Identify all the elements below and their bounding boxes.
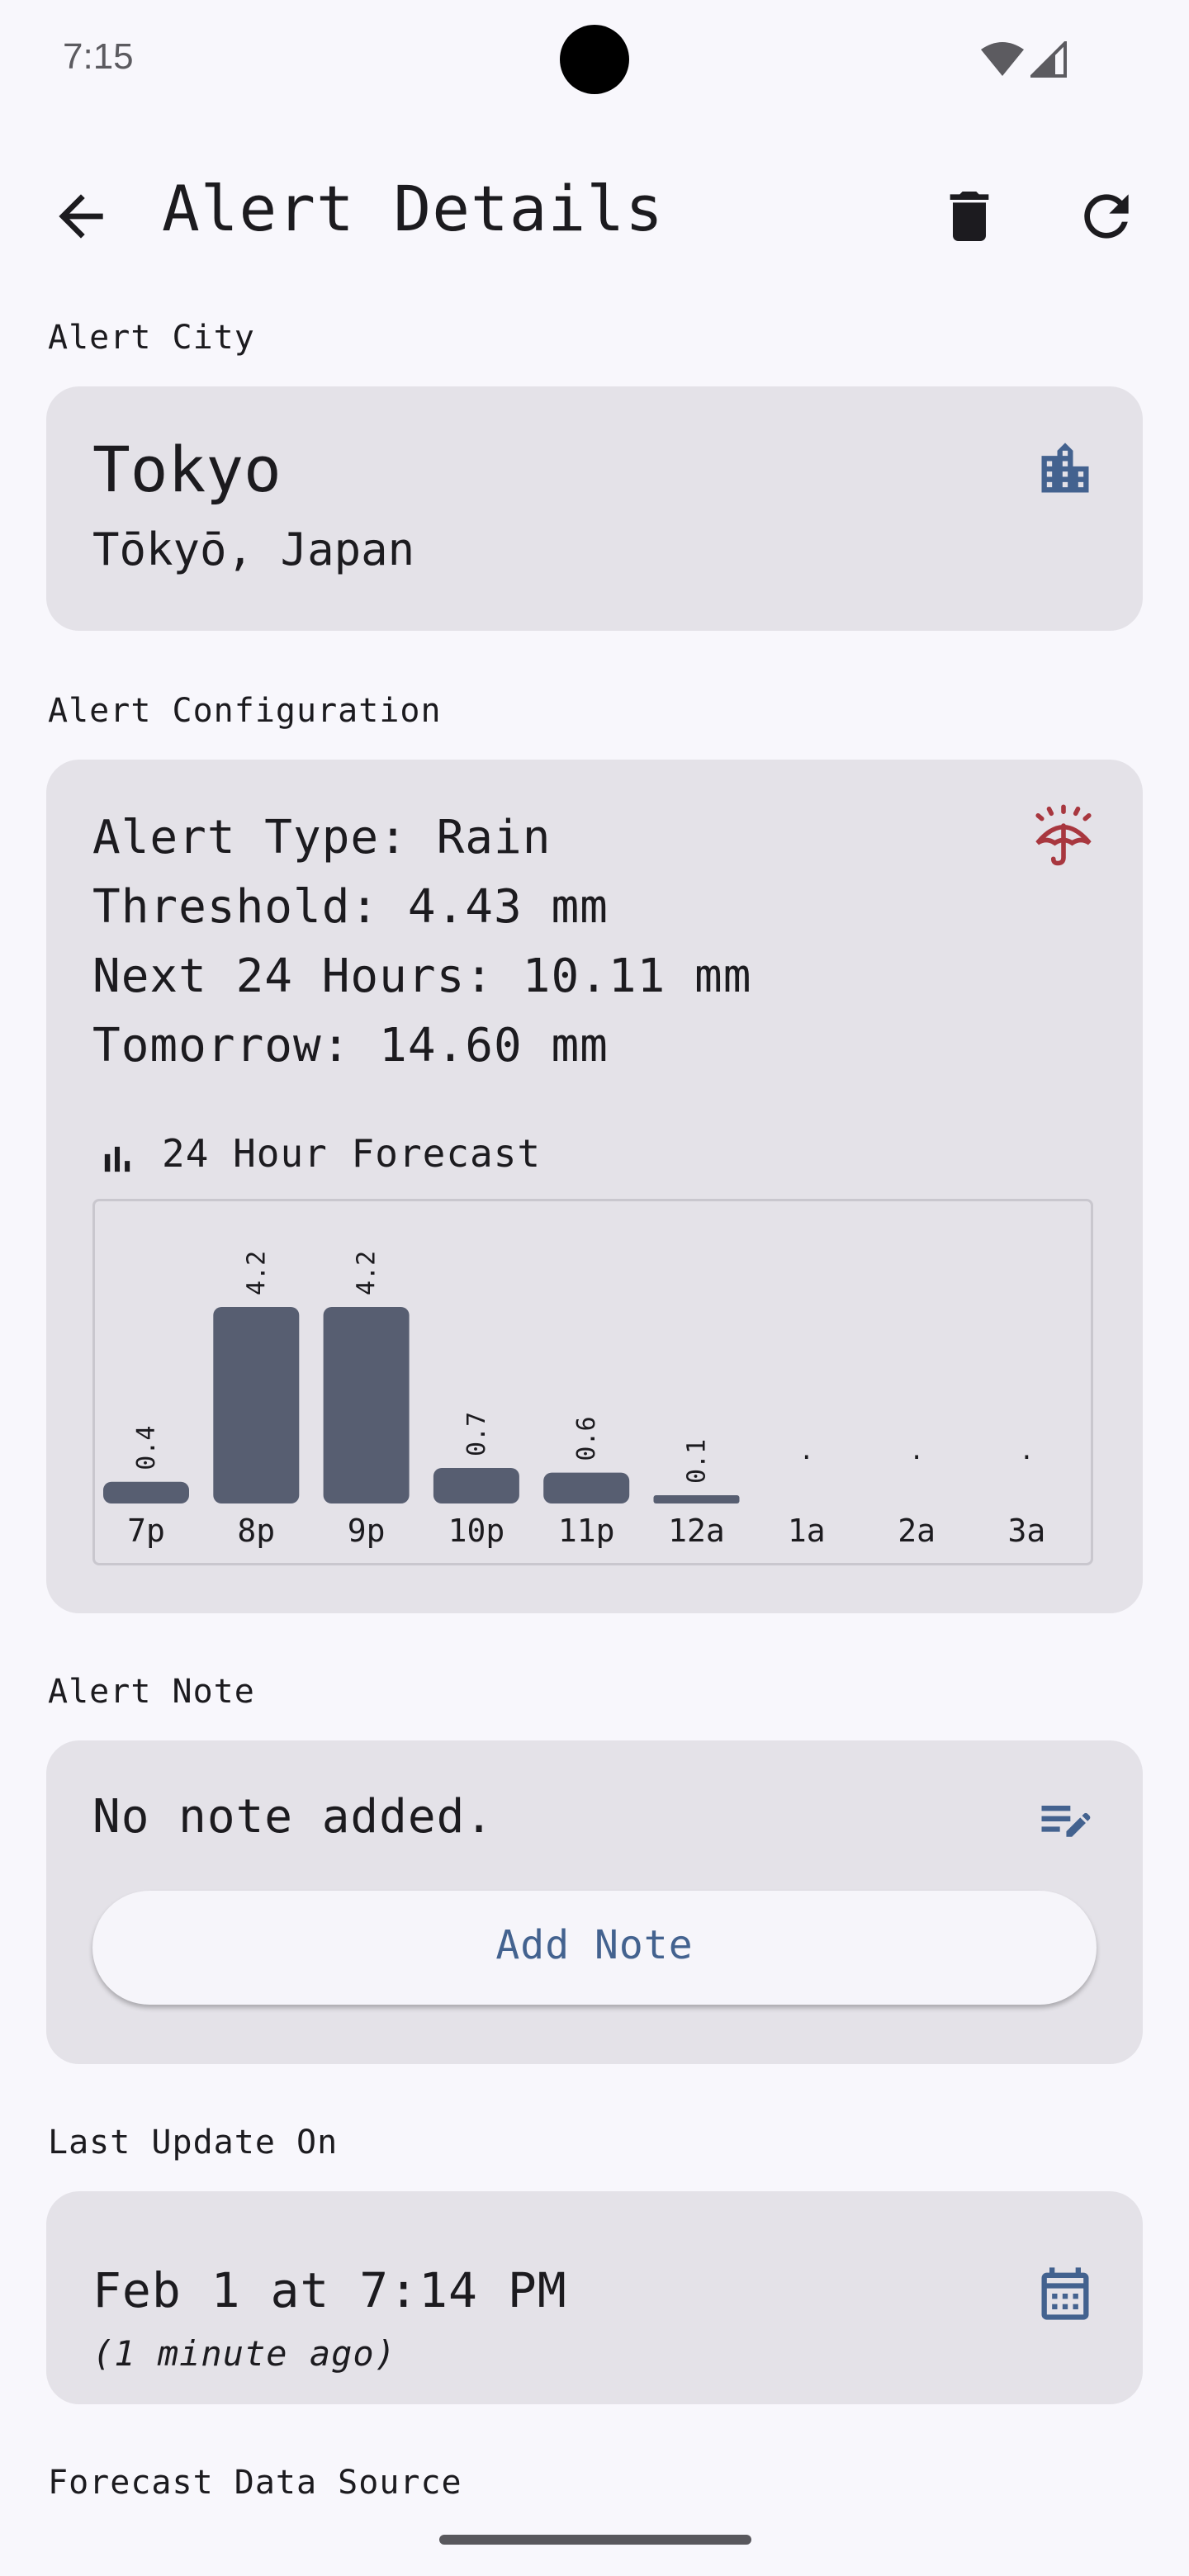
x-tick-label: 10p [448,1513,505,1549]
threshold-text: Threshold: 4.43 mm [92,880,609,934]
x-tick-label: 11p [558,1513,615,1549]
cell-signal-icon [1030,41,1067,78]
bar-value-label: 4.2 [353,1251,381,1295]
calendar-icon [1041,2267,1089,2320]
add-note-label: Add Note [495,1922,694,1968]
section-label-config: Alert Configuration [48,692,442,730]
add-note-button[interactable]: Add Note [92,1891,1097,2005]
forecast-chart: 0.4 7p 4.2 8p 4.2 9p 0.7 10p 0.6 11p 0.1 12a. 1a. 2a.… [92,1199,1093,1565]
x-tick-label: 1a [788,1513,826,1549]
wifi-icon [981,42,1024,76]
x-tick-label: 9p [348,1513,386,1549]
arrow-back-icon [59,194,103,239]
note-text: No note added. [92,1790,495,1844]
building-icon [1041,443,1089,493]
tomorrow-text: Tomorrow: 14.60 mm [92,1019,609,1073]
refresh-icon [1084,194,1129,239]
status-time: 7:15 [63,36,134,77]
bar-value-label: 0.7 [462,1412,491,1456]
umbrella-rain-icon [1035,804,1092,866]
note-card: No note added. Add Note [46,1740,1143,2064]
update-card: Feb 1 at 7:14 PM (1 minute ago) [46,2191,1143,2404]
city-region: Tōkyō, Japan [92,523,415,575]
section-label-city: Alert City [48,319,255,357]
page-title: Alert Details [162,172,664,245]
bar-value-label: 0.1 [683,1439,712,1484]
city-card: Tokyo Tōkyō, Japan [46,386,1143,631]
x-tick-label: 7p [127,1513,165,1549]
bar-value-label: . [909,1437,924,1466]
delete-button[interactable] [936,183,1002,249]
forecast-bar [103,1481,189,1503]
bar-value-label: 4.2 [242,1251,271,1295]
update-relative: (1 minute ago) [92,2333,397,2374]
camera-cutout [560,25,629,94]
alert-type-text: Alert Type: Rain [92,811,552,864]
forecast-bar [543,1472,630,1503]
section-label-update: Last Update On [48,2124,339,2162]
bar-value-label: 0.4 [132,1426,161,1470]
forecast-bar [213,1307,300,1503]
edit-note-icon [1041,1806,1091,1837]
forecast-bar [323,1307,410,1503]
section-label-source: Forecast Data Source [48,2464,462,2502]
update-date: Feb 1 at 7:14 PM [92,2262,567,2318]
x-tick-label: 3a [1008,1513,1046,1549]
home-indicator[interactable] [439,2535,751,2545]
x-tick-label: 12a [668,1513,725,1549]
forecast-bar [653,1495,740,1503]
x-tick-label: 2a [898,1513,936,1549]
bar-value-label: . [799,1437,814,1466]
status-bar: 7:15 [0,0,1189,124]
bar-chart-icon [104,1146,130,1172]
forecast-bar [433,1468,519,1503]
refresh-button[interactable] [1073,183,1139,249]
config-card: Alert Type: Rain Threshold: 4.43 mm Next… [46,760,1143,1613]
city-name: Tokyo [92,433,282,506]
forecast-title: 24 Hour Forecast [162,1131,542,1176]
forecast-chart-svg: 0.4 7p 4.2 8p 4.2 9p 0.7 10p 0.6 11p 0.1 12a. 1a. 2a.… [103,1251,1046,1549]
trash-icon [950,192,989,241]
back-button[interactable] [48,183,114,249]
x-tick-label: 8p [237,1513,275,1549]
top-app-bar: Alert Details [0,157,1189,264]
section-label-note: Alert Note [48,1673,255,1711]
bar-value-label: 0.6 [572,1416,601,1461]
bar-value-label: . [1019,1437,1034,1466]
next24-text: Next 24 Hours: 10.11 mm [92,949,752,1003]
